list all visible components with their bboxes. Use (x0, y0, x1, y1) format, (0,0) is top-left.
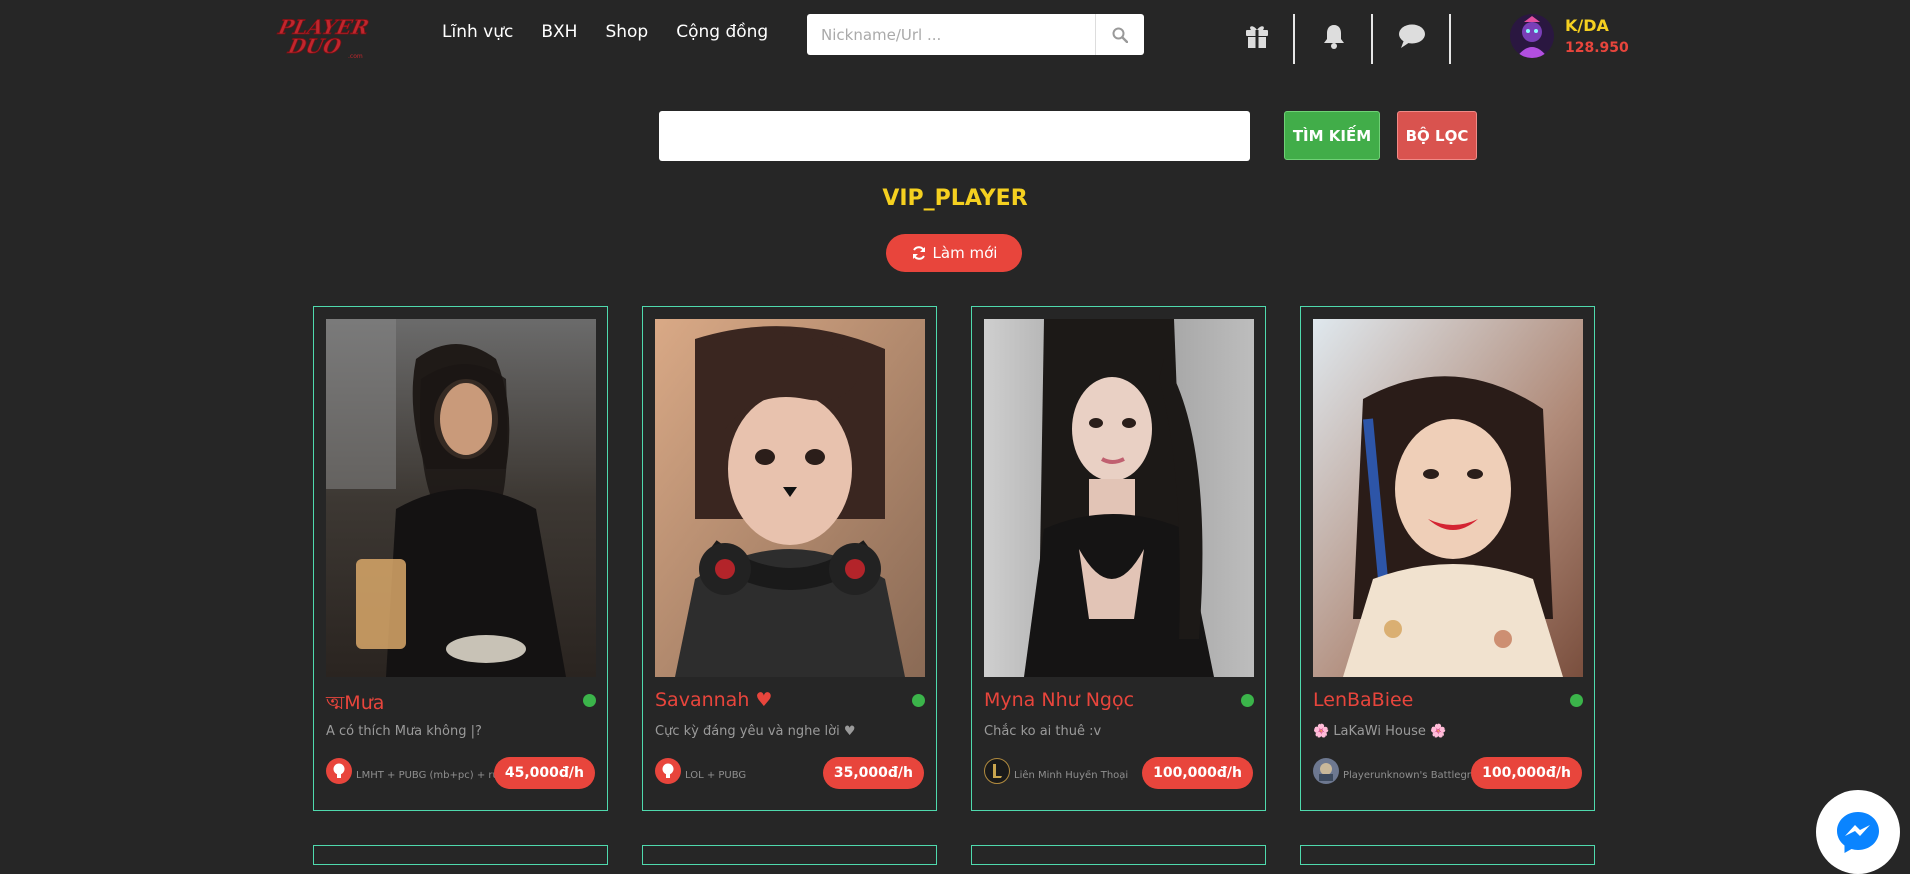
bell-icon (1324, 25, 1344, 49)
svg-text:DUO: DUO (285, 34, 344, 58)
section-title: VIP_PLAYER (882, 186, 1028, 211)
player-card[interactable] (313, 845, 608, 865)
online-status (1241, 694, 1254, 707)
player-name[interactable]: LenBaBiee (1313, 689, 1413, 711)
filter-button[interactable]: BỘ LỌC (1397, 111, 1477, 160)
player-description: Cực kỳ đáng yêu và nghe lời ♥ (655, 724, 856, 739)
player-games: LMHT + PUBG (mb+pc) + rules (356, 770, 506, 781)
gift-icon (1246, 26, 1268, 48)
online-status (1570, 694, 1583, 707)
header-divider (1293, 14, 1295, 64)
search-icon (1112, 27, 1128, 43)
svg-text:.com: .com (348, 53, 363, 60)
player-card[interactable] (971, 845, 1266, 865)
online-status (583, 694, 596, 707)
user-name[interactable]: K/DA (1565, 16, 1609, 35)
player-games: Liên Minh Huyền Thoại (1014, 770, 1129, 781)
player-price[interactable]: 100,000đ/h (1471, 757, 1582, 789)
player-name[interactable]: Savannah ♥ (655, 689, 772, 711)
player-description: A có thích Mưa không |? (326, 724, 482, 739)
online-status (912, 694, 925, 707)
chat-icon (1399, 24, 1425, 48)
refresh-label: Làm mới (932, 244, 998, 262)
lol-icon (984, 758, 1010, 784)
refresh-icon (912, 246, 925, 260)
player-card[interactable]: LenBaBiee 🌸 LaKaWi House 🌸 Playerunknown… (1300, 306, 1595, 811)
player-price[interactable]: 100,000đ/h (1142, 757, 1253, 789)
header-search (807, 14, 1144, 55)
player-description: 🌸 LaKaWi House 🌸 (1313, 724, 1447, 739)
user-avatar[interactable] (1510, 14, 1554, 58)
player-price[interactable]: 35,000đ/h (822, 757, 924, 789)
player-photo[interactable] (655, 319, 925, 677)
player-games: LOL + PUBG (685, 770, 747, 781)
messenger-button[interactable] (1816, 790, 1900, 874)
player-photo[interactable] (1313, 319, 1583, 677)
nav-bxh[interactable]: BXH (541, 20, 577, 44)
nav-cong-dong[interactable]: Cộng đồng (676, 20, 768, 44)
player-card[interactable] (642, 845, 937, 865)
player-price[interactable]: 45,000đ/h (493, 757, 595, 789)
bulb-icon (326, 758, 352, 784)
main-nav: Lĩnh vực BXH Shop Cộng đồng (442, 20, 768, 44)
player-name[interactable]: Myna Như Ngọc (984, 689, 1134, 711)
nav-linh-vuc[interactable]: Lĩnh vực (442, 20, 513, 44)
messenger-icon (1837, 812, 1879, 853)
player-name[interactable]: ত্মMưa (326, 689, 384, 721)
player-photo[interactable] (326, 319, 596, 677)
header-search-input[interactable] (807, 14, 1095, 55)
header-search-button[interactable] (1095, 14, 1144, 55)
header-divider (1371, 14, 1373, 64)
refresh-button[interactable]: Làm mới (886, 234, 1022, 272)
top-navbar: PLAYER DUO .com Lĩnh vực BXH Shop Cộng đ… (0, 0, 1910, 72)
search-button[interactable]: TÌM KIẾM (1284, 111, 1380, 160)
player-search-input[interactable] (659, 111, 1250, 161)
notifications-button[interactable] (1318, 20, 1350, 52)
pubg-icon (1313, 758, 1339, 784)
messages-button[interactable] (1396, 20, 1428, 52)
player-card[interactable]: Myna Như Ngọc Chắc ko ai thuê :v Liên Mi… (971, 306, 1266, 811)
scrollbar[interactable] (1903, 0, 1910, 854)
player-card[interactable]: ত্মMưa A có thích Mưa không |? LMHT + PU… (313, 306, 608, 811)
player-card[interactable]: Savannah ♥ Cực kỳ đáng yêu và nghe lời ♥… (642, 306, 937, 811)
site-logo[interactable]: PLAYER DUO .com (268, 12, 386, 60)
nav-shop[interactable]: Shop (605, 20, 648, 44)
user-balance: 128.950 (1565, 40, 1629, 56)
gift-button[interactable] (1241, 20, 1273, 52)
header-divider (1449, 14, 1451, 64)
player-card[interactable] (1300, 845, 1595, 865)
bulb-icon (655, 758, 681, 784)
player-description: Chắc ko ai thuê :v (984, 724, 1102, 739)
player-photo[interactable] (984, 319, 1254, 677)
